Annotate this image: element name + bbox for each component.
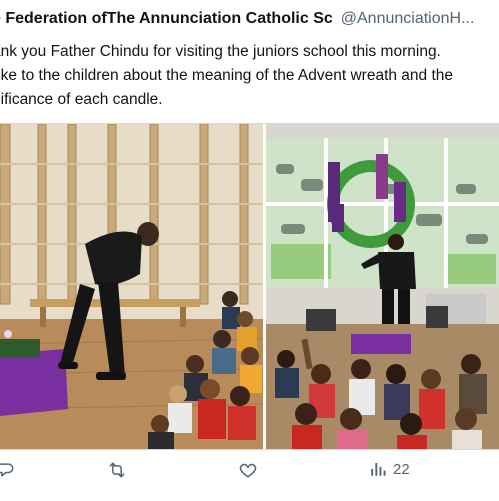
views-count: 22 [393, 460, 410, 478]
retweet-icon [106, 460, 128, 480]
tweet-text: ank you Father Chindu for visiting the j… [0, 40, 499, 112]
tweet-header: e Federation ofThe Annunciation Catholic… [0, 8, 499, 30]
views-button[interactable]: 22 [369, 460, 410, 478]
retweet-button[interactable] [106, 460, 128, 480]
tweet-text-line-3: nificance of each candle. [0, 91, 163, 108]
heart-icon [238, 460, 258, 480]
author-display-name[interactable]: e Federation ofThe Annunciation Catholic… [0, 10, 333, 27]
tweet-actions: 22 [0, 452, 499, 492]
reply-icon [0, 460, 16, 480]
tweet-media-grid [0, 123, 499, 450]
author-handle[interactable]: @AnnunciationH... [341, 10, 475, 27]
hall-talk-photo[interactable] [0, 124, 263, 449]
like-button[interactable] [238, 460, 258, 480]
reply-button[interactable] [0, 460, 16, 480]
views-chart-icon [369, 460, 387, 478]
tweet-text-line-1: ank you Father Chindu for visiting the j… [0, 43, 441, 60]
advent-wreath-display-photo[interactable] [266, 124, 499, 449]
tweet-text-line-2: oke to the children about the meaning of… [0, 67, 454, 84]
